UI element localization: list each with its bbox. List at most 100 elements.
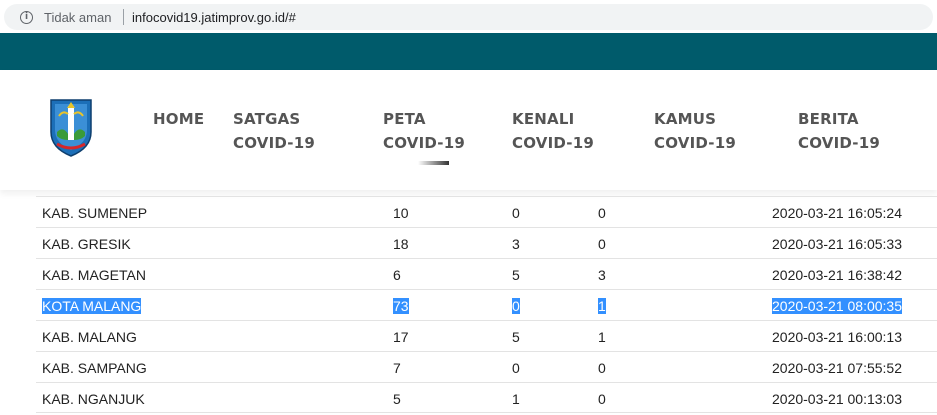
region-name-cell-text: KAB. SUMENEP <box>42 205 148 221</box>
count-c-cell: 0 <box>598 236 606 252</box>
timestamp-cell: 2020-03-21 00:13:03 <box>772 391 902 407</box>
nav-label-line1: KENALI <box>512 110 575 128</box>
table-row[interactable]: KAB. MALANG 17 5 1 2020-03-21 16:00:13 <box>36 320 937 351</box>
nav-label-line2: COVID-19 <box>383 134 465 152</box>
region-name-cell-text: KOTA MALANG <box>42 298 142 314</box>
count-c-cell: 0 <box>598 360 606 376</box>
url-separator <box>123 9 124 25</box>
count-c-cell: 3 <box>598 267 606 283</box>
nav-peta-covid19[interactable]: PETA COVID-19 <box>383 107 465 155</box>
count-b-cell: 1 <box>512 391 520 407</box>
count-a-cell: 73 <box>393 298 409 314</box>
timestamp-cell: 2020-03-21 16:00:13 <box>772 329 902 345</box>
count-b-cell: 5 <box>512 329 520 345</box>
nav-kamus-covid19[interactable]: KAMUS COVID-19 <box>654 107 736 155</box>
region-name-cell: KAB. SAMPANG <box>42 360 147 376</box>
count-c-cell: 1 <box>598 298 606 314</box>
count-c-cell-text: 0 <box>598 236 606 252</box>
site-header: HOME SATGAS COVID-19 PETA COVID-19 KENAL… <box>0 70 937 190</box>
count-b-cell-text: 3 <box>512 236 520 252</box>
count-c-cell-text: 0 <box>598 205 606 221</box>
count-c-cell: 1 <box>598 329 606 345</box>
count-c-cell-text: 1 <box>598 298 606 314</box>
count-a-cell-text: 6 <box>393 267 401 283</box>
count-c-cell-text: 1 <box>598 329 606 345</box>
timestamp-cell-text: 2020-03-21 00:13:03 <box>772 391 902 407</box>
count-a-cell-text: 18 <box>393 236 409 252</box>
regency-data-table: KAB. SUMENEP 10 0 0 2020-03-21 16:05:24 KAB. … <box>36 196 937 413</box>
active-nav-indicator <box>418 161 449 165</box>
table-row[interactable]: KAB. NGANJUK 5 1 0 2020-03-21 00:13:03 <box>36 382 937 413</box>
count-c-cell: 0 <box>598 391 606 407</box>
security-label[interactable]: Tidak aman <box>44 10 111 25</box>
count-b-cell-text: 0 <box>512 205 520 221</box>
count-a-cell: 18 <box>393 236 409 252</box>
count-b-cell: 0 <box>512 298 520 314</box>
nav-label-line2: COVID-19 <box>798 134 880 152</box>
count-a-cell: 6 <box>393 267 401 283</box>
count-b-cell-text: 5 <box>512 329 520 345</box>
count-c-cell-text: 0 <box>598 391 606 407</box>
count-b-cell-text: 1 <box>512 391 520 407</box>
info-icon[interactable]: i <box>20 11 33 24</box>
region-name-cell: KAB. GRESIK <box>42 236 131 252</box>
region-name-cell-text: KAB. NGANJUK <box>42 391 145 407</box>
nav-home-label: HOME <box>153 110 205 128</box>
nav-home[interactable]: HOME <box>153 107 204 131</box>
count-c-cell-text: 3 <box>598 267 606 283</box>
count-a-cell: 17 <box>393 329 409 345</box>
timestamp-cell-text: 2020-03-21 16:38:42 <box>772 267 902 283</box>
timestamp-cell-text: 2020-03-21 16:05:33 <box>772 236 902 252</box>
timestamp-cell-text: 2020-03-21 16:00:13 <box>772 329 902 345</box>
browser-address-bar: i Tidak aman infocovid19.jatimprov.go.id… <box>0 0 937 33</box>
top-teal-bar <box>0 33 937 70</box>
region-name-cell: KAB. SUMENEP <box>42 205 147 221</box>
count-b-cell: 5 <box>512 267 520 283</box>
count-b-cell: 0 <box>512 205 520 221</box>
region-name-cell: KAB. MAGETAN <box>42 267 146 283</box>
region-name-cell: KOTA MALANG <box>42 298 142 314</box>
timestamp-cell: 2020-03-21 08:00:35 <box>772 298 902 314</box>
count-a-cell-text: 7 <box>393 360 401 376</box>
nav-satgas-covid19[interactable]: SATGAS COVID-19 <box>233 107 315 155</box>
count-c-cell-text: 0 <box>598 360 606 376</box>
timestamp-cell: 2020-03-21 16:05:24 <box>772 205 902 221</box>
url-text[interactable]: infocovid19.jatimprov.go.id/# <box>132 10 296 25</box>
count-b-cell-text: 5 <box>512 267 520 283</box>
nav-label-line1: KAMUS <box>654 110 717 128</box>
jatim-logo-icon[interactable] <box>47 96 95 158</box>
count-b-cell-text: 0 <box>512 360 520 376</box>
region-name-cell-text: KAB. GRESIK <box>42 236 131 252</box>
count-b-cell-text: 0 <box>512 298 520 314</box>
region-name-cell-text: KAB. MAGETAN <box>42 267 146 283</box>
table-row[interactable]: KAB. SUMENEP 10 0 0 2020-03-21 16:05:24 <box>36 196 937 227</box>
nav-label-line2: COVID-19 <box>512 134 594 152</box>
timestamp-cell-text: 2020-03-21 16:05:24 <box>772 205 902 221</box>
count-b-cell: 3 <box>512 236 520 252</box>
nav-label-line2: COVID-19 <box>654 134 736 152</box>
timestamp-cell: 2020-03-21 16:38:42 <box>772 267 902 283</box>
table-row[interactable]: KAB. GRESIK 18 3 0 2020-03-21 16:05:33 <box>36 227 937 258</box>
table-row[interactable]: KOTA MALANG 73 0 1 2020-03-21 08:00:35 <box>36 289 937 320</box>
count-a-cell-text: 10 <box>393 205 409 221</box>
nav-kenali-covid19[interactable]: KENALI COVID-19 <box>512 107 594 155</box>
region-name-cell-text: KAB. MALANG <box>42 329 137 345</box>
count-a-cell: 7 <box>393 360 401 376</box>
count-a-cell-text: 17 <box>393 329 409 345</box>
count-a-cell: 10 <box>393 205 409 221</box>
count-c-cell: 0 <box>598 205 606 221</box>
nav-label-line1: SATGAS <box>233 110 301 128</box>
timestamp-cell-text: 2020-03-21 07:55:52 <box>772 360 902 376</box>
region-name-cell-text: KAB. SAMPANG <box>42 360 147 376</box>
timestamp-cell: 2020-03-21 07:55:52 <box>772 360 902 376</box>
table-row[interactable]: KAB. MAGETAN 6 5 3 2020-03-21 16:38:42 <box>36 258 937 289</box>
nav-label-line1: PETA <box>383 110 426 128</box>
nav-berita-covid19[interactable]: BERITA COVID-19 <box>798 107 880 155</box>
timestamp-cell-text: 2020-03-21 08:00:35 <box>772 298 902 314</box>
region-name-cell: KAB. NGANJUK <box>42 391 145 407</box>
count-a-cell: 5 <box>393 391 401 407</box>
nav-label-line1: BERITA <box>798 110 859 128</box>
timestamp-cell: 2020-03-21 16:05:33 <box>772 236 902 252</box>
count-a-cell-text: 73 <box>393 298 409 314</box>
table-row[interactable]: KAB. SAMPANG 7 0 0 2020-03-21 07:55:52 <box>36 351 937 382</box>
